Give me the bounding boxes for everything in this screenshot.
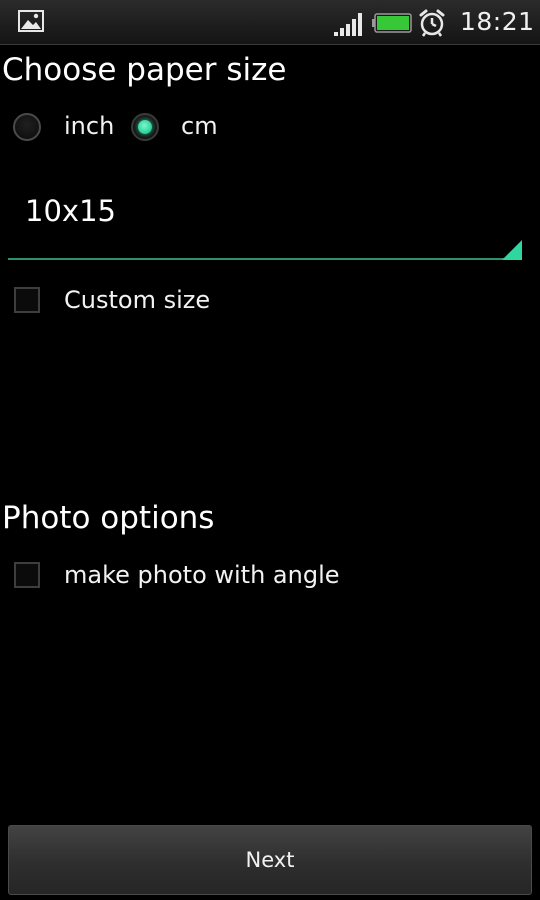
next-button[interactable]: Next <box>8 825 532 895</box>
custom-size-checkbox[interactable] <box>14 287 40 313</box>
spinner-underline <box>8 258 522 260</box>
unit-cm-radio[interactable] <box>131 113 159 141</box>
photo-options-heading: Photo options <box>2 500 215 536</box>
photo-angle-checkbox[interactable] <box>14 562 40 588</box>
radio-selected-dot <box>138 120 152 134</box>
dropdown-triangle-icon <box>502 240 522 260</box>
paper-size-heading: Choose paper size <box>2 52 287 88</box>
paper-size-value: 10x15 <box>25 194 116 228</box>
unit-inch-label[interactable]: inch <box>64 112 114 140</box>
battery-icon <box>372 13 412 33</box>
custom-size-label[interactable]: Custom size <box>64 286 210 314</box>
paper-size-spinner[interactable]: 10x15 <box>8 180 522 260</box>
unit-inch-radio[interactable] <box>13 113 41 141</box>
status-bar: 18:21 <box>0 0 540 45</box>
status-time: 18:21 <box>460 7 535 36</box>
signal-icon <box>334 13 362 36</box>
unit-cm-label[interactable]: cm <box>181 112 218 140</box>
photo-angle-label[interactable]: make photo with angle <box>64 561 340 589</box>
gallery-icon <box>18 10 44 32</box>
alarm-icon <box>419 9 445 37</box>
